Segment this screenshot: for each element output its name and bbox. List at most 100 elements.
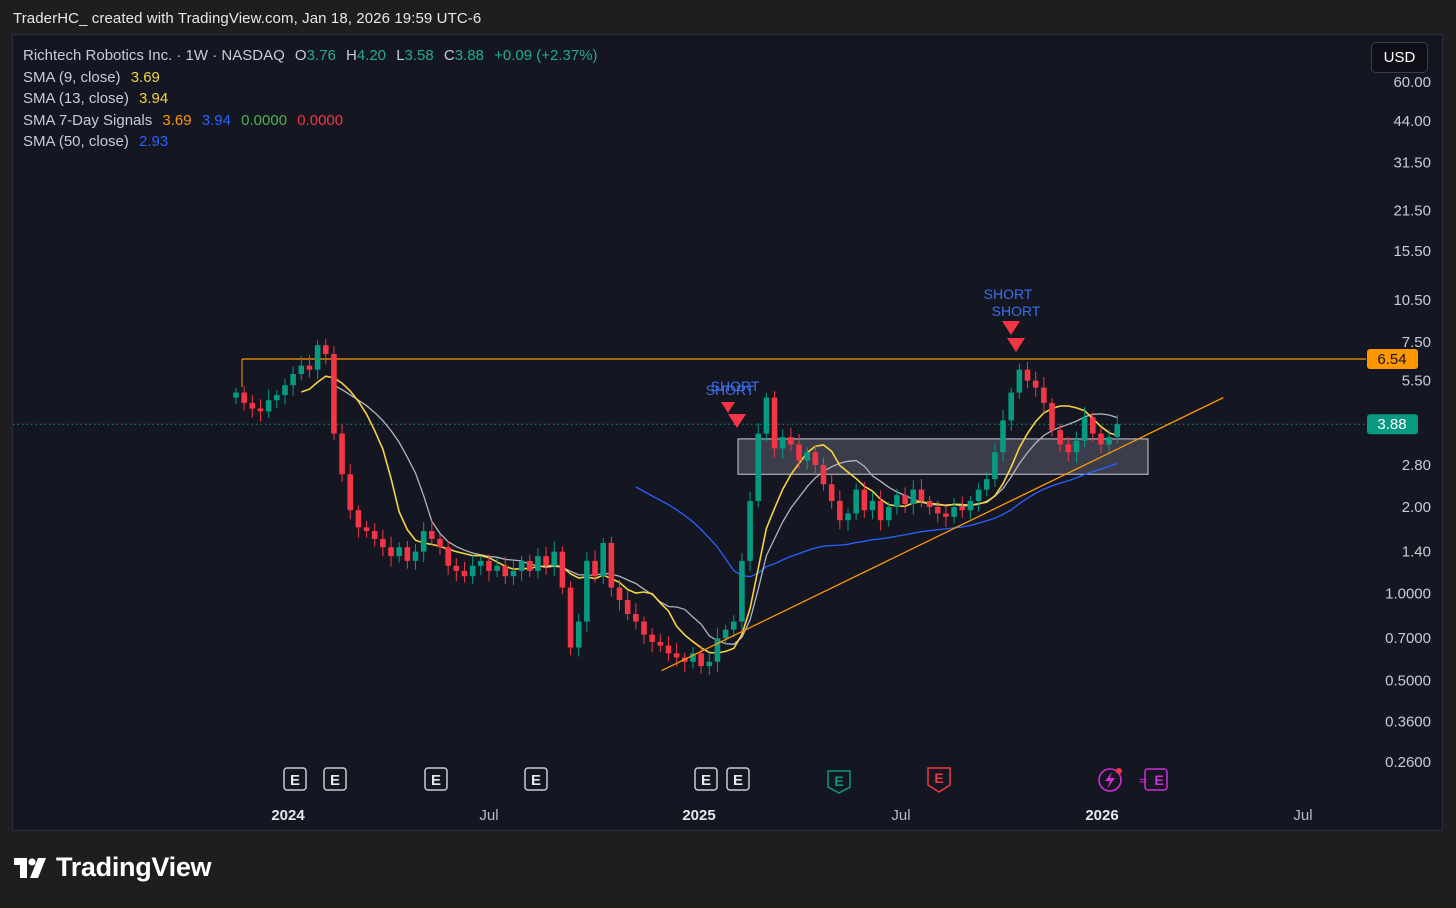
y-tick-label: 2.00 <box>1402 499 1431 516</box>
legend-sma13-row[interactable]: SMA (13, close) 3.94 <box>23 88 598 110</box>
candle-body <box>298 365 305 374</box>
close-value: 3.88 <box>454 47 484 64</box>
candle-body <box>592 560 598 577</box>
candle-body <box>714 638 721 662</box>
open-value: 3.76 <box>306 47 336 64</box>
candle-body <box>363 527 370 532</box>
earnings-icon-letter: E <box>431 772 441 789</box>
legend-sma50-row[interactable]: SMA (50, close) 2.93 <box>23 131 598 153</box>
candle-body <box>934 507 941 514</box>
candle-body <box>910 489 917 504</box>
candle-body <box>673 653 680 658</box>
candle-body <box>535 556 541 571</box>
upcoming-earnings-letter: E <box>1154 772 1163 788</box>
candle-body <box>429 531 435 539</box>
x-tick-label: 2025 <box>682 807 715 824</box>
candle-body <box>665 645 672 654</box>
candle-body <box>355 510 362 528</box>
candle-body <box>763 397 770 434</box>
candle-body <box>730 621 737 630</box>
candle-body <box>600 542 606 577</box>
candle-body <box>543 556 549 566</box>
signals-label[interactable]: SMA 7-Day Signals <box>23 112 152 129</box>
short-signal-arrow-icon <box>728 414 746 428</box>
last-price-label: 3.88 <box>1377 416 1406 433</box>
tradingview-brand: TradingView <box>56 852 212 882</box>
candle-body <box>837 500 843 521</box>
earnings-icon-letter: E <box>330 772 340 789</box>
short-signal-label: SHORT <box>992 303 1041 319</box>
open-label: O <box>294 47 307 64</box>
x-tick-label: 2026 <box>1085 807 1118 824</box>
candle-body <box>478 560 484 566</box>
sma50-label[interactable]: SMA (50, close) <box>23 133 129 150</box>
y-tick-label: 0.2600 <box>1385 754 1431 771</box>
x-tick-label: 2024 <box>271 807 305 824</box>
short-signal-arrow-icon <box>1002 321 1020 335</box>
candle-body <box>380 538 386 548</box>
candle-body <box>804 452 810 461</box>
candle-body <box>249 402 256 409</box>
y-tick-label: 1.0000 <box>1385 586 1431 603</box>
candle-body <box>322 345 329 355</box>
candle-body <box>486 560 492 571</box>
signals-value-2: 3.94 <box>201 111 231 129</box>
candle-body <box>975 489 982 501</box>
candle-body <box>828 484 835 501</box>
low-label: L <box>396 47 405 64</box>
candle-body <box>747 500 753 561</box>
flash-event-dot <box>1116 768 1122 774</box>
candle-body <box>445 547 451 566</box>
y-tick-label: 5.50 <box>1402 373 1431 390</box>
candle-body <box>502 565 509 577</box>
y-tick-label: 60.00 <box>1393 74 1431 91</box>
candle-body <box>706 661 713 667</box>
candle-body <box>796 444 802 461</box>
candle-body <box>1098 433 1104 445</box>
legend-signals-row[interactable]: SMA 7-Day Signals 3.69 3.94 0.0000 0.000… <box>23 110 598 132</box>
earnings-icon-letter: E <box>733 772 743 789</box>
candle-body <box>894 495 900 508</box>
candle-body <box>820 464 827 485</box>
candle-body <box>943 513 949 517</box>
candle-body <box>510 570 517 577</box>
sma9-label[interactable]: SMA (9, close) <box>23 69 121 86</box>
candle-body <box>967 500 974 511</box>
sma50-value: 2.93 <box>139 133 169 150</box>
candle-body <box>1032 380 1039 388</box>
candle-body <box>265 400 272 412</box>
tradingview-logo[interactable]: TradingView <box>14 852 212 883</box>
candle-body <box>233 392 239 398</box>
candle-body <box>494 565 500 571</box>
y-tick-label: 21.50 <box>1393 202 1431 219</box>
candle-body <box>1090 417 1096 434</box>
candle-body <box>282 385 288 396</box>
candle-body <box>739 560 745 622</box>
candle-body <box>1041 387 1047 403</box>
candle-body <box>616 587 623 601</box>
sma9-value: 3.69 <box>130 68 160 86</box>
candle-body <box>1114 424 1121 438</box>
signals-value-1: 3.69 <box>162 111 192 129</box>
sma13-label[interactable]: SMA (13, close) <box>23 90 129 107</box>
candle-body <box>1008 392 1014 421</box>
candle-body <box>698 653 704 667</box>
x-tick-label: Jul <box>891 807 910 824</box>
candle-body <box>1073 440 1080 453</box>
candle-body <box>1057 430 1063 445</box>
candle-body <box>274 395 280 401</box>
candle-body <box>371 531 378 539</box>
currency-button[interactable]: USD <box>1371 42 1428 73</box>
signals-value-4: 0.0000 <box>297 111 344 129</box>
symbol-title[interactable]: Richtech Robotics Inc. · 1W · NASDAQ <box>23 47 285 64</box>
y-tick-label: 0.3600 <box>1385 713 1431 730</box>
legend-sma9-row[interactable]: SMA (9, close) 3.69 <box>23 67 598 89</box>
candle-body <box>584 560 590 622</box>
change-value: +0.09 (+2.37%) <box>494 47 598 64</box>
y-tick-label: 7.50 <box>1402 334 1431 351</box>
candle-body <box>633 613 639 622</box>
candle-body <box>257 408 264 412</box>
legend-ohlc-row[interactable]: Richtech Robotics Inc. · 1W · NASDAQ O3.… <box>23 45 598 67</box>
x-tick-label: Jul <box>1293 807 1312 824</box>
y-tick-label: 0.5000 <box>1385 672 1431 689</box>
